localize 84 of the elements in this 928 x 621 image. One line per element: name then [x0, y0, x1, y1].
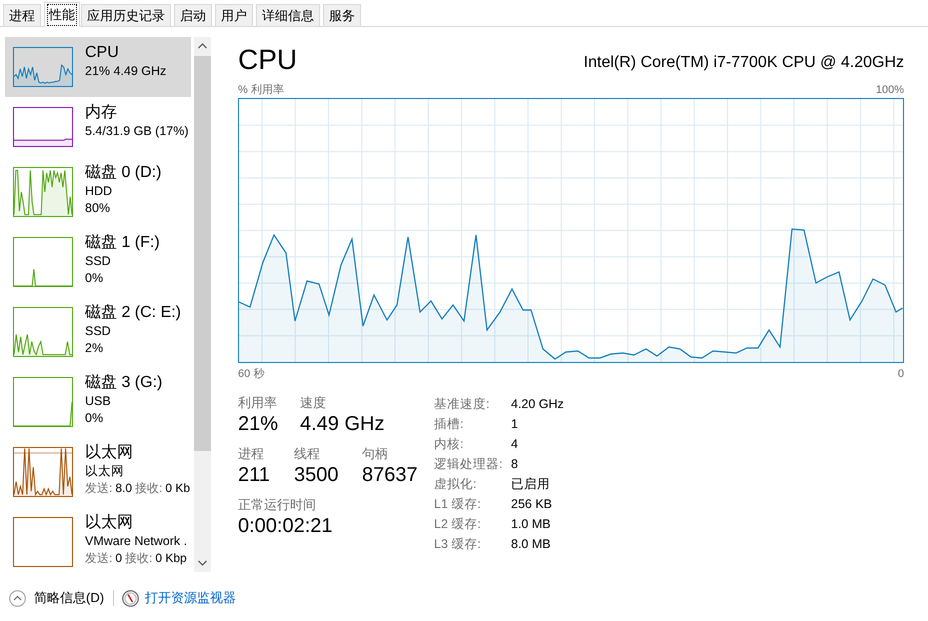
stat-label: 速度 — [300, 395, 327, 411]
tab[interactable]: 服务 — [323, 4, 361, 26]
detail-value: 已启用 — [511, 476, 551, 492]
detail-label: L2 缓存: — [434, 516, 482, 532]
tab[interactable]: 详细信息 — [256, 4, 320, 26]
detail-value: 8 — [511, 457, 519, 471]
device-name: 以太网 — [85, 513, 134, 533]
detail-value: 4.20 GHz — [511, 397, 564, 411]
stat-label: 句柄 — [362, 446, 389, 462]
device-info: 80% — [85, 200, 112, 217]
device-name: 内存 — [85, 103, 118, 123]
device-info: SSD — [85, 253, 112, 270]
detail-value: 1.0 MB — [511, 517, 552, 531]
sidebar-item[interactable]: 内存 5.4/31.9 GB (17%) — [5, 97, 191, 157]
resource-monitor-link[interactable]: 打开资源监视器 — [145, 589, 236, 607]
sidebar-item[interactable]: 以太网 以太网 发送: 8.0 接收: 0 Kb — [5, 437, 191, 507]
sidebar-item[interactable]: CPU 21% 4.49 GHz — [5, 37, 191, 97]
throughput-value: 8.0 — [115, 480, 132, 497]
stat-label: 利用率 — [238, 395, 278, 411]
device-name: CPU — [85, 43, 120, 63]
tab[interactable]: 性能 — [44, 2, 80, 27]
gauge-icon — [122, 590, 140, 606]
sidebar-item[interactable]: 磁盘 0 (D:) HDD 80% — [5, 157, 191, 227]
device-name: 以太网 — [85, 443, 134, 463]
time-end-label: 0 — [898, 367, 904, 381]
tab[interactable]: 应用历史记录 — [81, 4, 171, 26]
stat-label: 进程 — [238, 446, 265, 462]
processor-model: Intel(R) Core(TM) i7-7700K CPU @ 4.20GHz — [584, 53, 904, 73]
chart-max-label: 100% — [876, 83, 904, 98]
scrollbar-thumb[interactable] — [194, 56, 211, 451]
detail-value: 8.0 MB — [511, 537, 552, 551]
time-span-label: 60 秒 — [238, 367, 264, 381]
stat-value: 4.49 GHz — [300, 412, 384, 436]
device-info: SSD — [85, 323, 112, 340]
sidebar-item[interactable]: 磁盘 2 (C: E:) SSD 2% — [5, 297, 191, 367]
device-info: USB — [85, 393, 112, 410]
detail-value: 4 — [511, 437, 519, 451]
sidebar-item[interactable]: 以太网 VMware Network . 发送: 0 接收: 0 Kbp — [5, 507, 191, 572]
device-info: HDD — [85, 183, 114, 200]
device-info: 2% — [85, 340, 104, 357]
detail-label: 基准速度: — [434, 396, 490, 412]
tab[interactable]: 用户 — [215, 4, 253, 26]
stat-value: 3500 — [294, 463, 340, 487]
stat-value: 87637 — [362, 463, 418, 487]
throughput-label: 接收: — [135, 480, 162, 497]
device-name: 磁盘 2 (C: E:) — [85, 303, 182, 323]
throughput-value: 0 Kbp — [155, 550, 187, 567]
device-info: 5.4/31.9 GB (17%) — [85, 123, 189, 140]
chevron-down-icon[interactable] — [198, 560, 207, 566]
stat-value: 0:00:02:21 — [238, 514, 333, 538]
throughput-label: 接收: — [125, 550, 152, 567]
detail-label: 插槽: — [434, 416, 464, 432]
device-info: VMware Network . — [85, 533, 188, 550]
device-info: 0% — [85, 270, 104, 287]
detail-label: 逻辑处理器: — [434, 456, 504, 472]
chevron-up-icon[interactable] — [198, 43, 207, 49]
device-name: 磁盘 1 (F:) — [85, 233, 160, 253]
throughput-label: 发送: — [85, 480, 112, 497]
stat-label: 线程 — [294, 446, 321, 462]
sidebar-item[interactable]: 磁盘 3 (G:) USB 0% — [5, 367, 191, 437]
chevron-up-circle-icon[interactable] — [9, 590, 26, 606]
detail-label: 内核: — [434, 436, 464, 452]
stat-value: 211 — [238, 463, 271, 487]
stat-label: 正常运行时间 — [238, 497, 317, 513]
throughput-label: 发送: — [85, 550, 112, 567]
detail-value: 256 KB — [511, 497, 554, 511]
device-name: 磁盘 3 (G:) — [85, 373, 162, 393]
detail-label: 虚拟化: — [434, 476, 478, 492]
chart-y-label: % 利用率 — [238, 83, 284, 98]
stat-value: 21% — [238, 412, 280, 436]
throughput-value: 0 Kb — [165, 480, 190, 497]
detail-label: L1 缓存: — [434, 496, 482, 512]
sidebar-item[interactable]: 磁盘 1 (F:) SSD 0% — [5, 227, 191, 297]
detail-value: 1 — [511, 417, 519, 431]
tab[interactable]: 启动 — [174, 4, 212, 26]
device-info: 0% — [85, 410, 104, 427]
fewer-details-button[interactable]: 简略信息(D) — [34, 589, 104, 607]
device-name: 磁盘 0 (D:) — [85, 163, 162, 183]
throughput-value: 0 — [115, 550, 122, 567]
device-info: 以太网 — [85, 463, 125, 480]
page-title: CPU — [238, 43, 298, 77]
device-info: 21% 4.49 GHz — [85, 63, 166, 80]
tab[interactable]: 进程 — [3, 4, 41, 26]
detail-label: L3 缓存: — [434, 536, 482, 552]
